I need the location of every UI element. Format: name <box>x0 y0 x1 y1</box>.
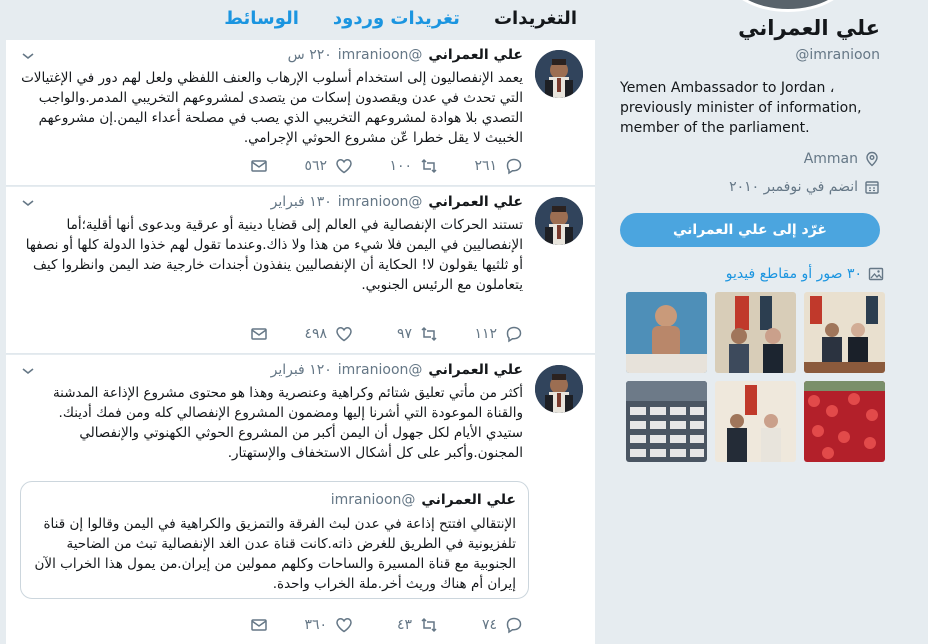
tweet-header: علي العمراني @imranioon ١٣٠ فبراير <box>271 194 523 210</box>
image-icon <box>868 267 884 281</box>
quoted-tweet-header: علي العمراني @imranioon <box>331 492 516 508</box>
profile-handle[interactable]: @imranioon <box>795 47 880 63</box>
tweet-header: علي العمراني @imranioon ١٢٠ فبراير <box>271 362 523 378</box>
retweet-button[interactable]: ٤٣ <box>353 616 438 634</box>
profile-joined: انضم في نوفمبر ٢٠١٠ <box>729 179 880 195</box>
reply-count: ٢٦١ <box>474 158 497 174</box>
tweet-actions: ٢٦١ ١٠٠ ٥٦٢ <box>23 157 523 175</box>
tweet-author-name[interactable]: علي العمراني <box>428 47 523 63</box>
media-thumbnail[interactable] <box>715 381 796 462</box>
tweet[interactable]: علي العمراني @imranioon ٢٢٠ س يعمد الإنف… <box>6 40 595 186</box>
tab-media[interactable]: الوسائط <box>224 8 299 29</box>
tweet-author-name[interactable]: علي العمراني <box>428 194 523 210</box>
tweet-timestamp[interactable]: ٢٢٠ س <box>288 47 332 63</box>
retweet-count: ٤٣ <box>396 617 412 633</box>
reply-icon <box>506 617 522 634</box>
tweet-author-handle[interactable]: @imranioon <box>338 362 423 378</box>
quoted-tweet-text: الإنتقالي افتتح إذاعة في عدن لبث الفرقة … <box>34 516 516 592</box>
envelope-icon <box>251 328 267 340</box>
retweet-count: ٩٧ <box>396 326 412 342</box>
like-button[interactable]: ٥٦٢ <box>268 157 353 175</box>
profile-location: Amman <box>804 151 880 167</box>
direct-message-button[interactable] <box>228 325 268 343</box>
tweet-text: أكثر من مأتي تعليق شتائم وكراهية وعنصرية… <box>52 385 523 461</box>
location-text: Amman <box>803 151 858 167</box>
direct-message-button[interactable] <box>228 616 268 634</box>
tweet-author-handle[interactable]: @imranioon <box>338 47 423 63</box>
reply-icon <box>506 158 522 175</box>
like-button[interactable]: ٤٩٨ <box>268 325 353 343</box>
profile-name[interactable]: علي العمراني <box>738 16 880 40</box>
heart-icon <box>336 327 352 342</box>
tweet-timestamp[interactable]: ١٣٠ فبراير <box>271 194 332 210</box>
chevron-down-icon[interactable] <box>20 363 36 379</box>
tweet-to-button[interactable]: غرّد إلى علي العمراني <box>620 213 880 247</box>
tab-tweets[interactable]: التغريدات <box>494 8 577 29</box>
media-count-label: ٣٠ صور أو مقاطع فيديو <box>725 266 862 282</box>
retweet-button[interactable]: ١٠٠ <box>353 157 438 175</box>
reply-count: ١١٢ <box>474 326 497 342</box>
chevron-down-icon[interactable] <box>20 195 36 211</box>
location-pin-icon <box>866 151 878 167</box>
calendar-icon <box>865 181 879 194</box>
tweet-actions: ٧٤ ٤٣ ٣٦٠ <box>23 616 523 634</box>
timeline: التغريدات تغريدات وردود الوسائط علي العم… <box>0 0 596 644</box>
tweet-author-name[interactable]: علي العمراني <box>428 362 523 378</box>
retweet-icon <box>421 158 437 174</box>
tweet-actions: ١١٢ ٩٧ ٤٩٨ <box>23 325 523 343</box>
photos-videos-link[interactable]: ٣٠ صور أو مقاطع فيديو <box>726 266 884 282</box>
like-count: ٣٦٠ <box>304 617 327 633</box>
envelope-icon <box>251 160 267 172</box>
quoted-author-name: علي العمراني <box>421 492 516 508</box>
media-thumbnail[interactable] <box>804 381 885 462</box>
tweet-header: علي العمراني @imranioon ٢٢٠ س <box>288 47 523 63</box>
heart-icon <box>336 618 352 633</box>
media-thumbnail[interactable] <box>626 292 707 373</box>
like-button[interactable]: ٣٦٠ <box>268 616 353 634</box>
quoted-author-handle: @imranioon <box>330 492 416 508</box>
media-thumbnail[interactable] <box>804 292 885 373</box>
envelope-icon <box>251 619 267 631</box>
tweet-author-handle[interactable]: @imranioon <box>338 194 423 210</box>
reply-icon <box>506 326 522 343</box>
chevron-down-icon[interactable] <box>20 48 36 64</box>
quoted-tweet[interactable]: علي العمراني @imranioon الإنتقالي افتتح … <box>20 481 529 599</box>
direct-message-button[interactable] <box>228 157 268 175</box>
tweet-timestamp[interactable]: ١٢٠ فبراير <box>271 362 332 378</box>
heart-icon <box>336 159 352 174</box>
tweet-text: يعمد الإنفصاليون إلى استخدام أسلوب الإره… <box>21 70 523 146</box>
reply-button[interactable]: ٢٦١ <box>438 157 523 175</box>
profile-tabs: التغريدات تغريدات وردود الوسائط <box>6 0 595 37</box>
media-thumbnail[interactable] <box>715 292 796 373</box>
reply-button[interactable]: ٧٤ <box>438 616 523 634</box>
reply-button[interactable]: ١١٢ <box>438 325 523 343</box>
joined-date-text: انضم في نوفمبر ٢٠١٠ <box>729 179 858 195</box>
retweet-button[interactable]: ٩٧ <box>353 325 438 343</box>
retweet-icon <box>421 617 437 633</box>
tweet[interactable]: علي العمراني @imranioon ١٢٠ فبراير أكثر … <box>6 355 595 644</box>
media-thumbnail[interactable] <box>626 381 707 462</box>
retweet-icon <box>421 326 437 342</box>
tweet-avatar[interactable] <box>535 365 583 413</box>
like-count: ٥٦٢ <box>304 158 327 174</box>
retweet-count: ١٠٠ <box>389 158 412 174</box>
tab-tweets-and-replies[interactable]: تغريدات وردود <box>333 8 460 29</box>
tweet[interactable]: علي العمراني @imranioon ١٣٠ فبراير تستند… <box>6 187 595 354</box>
reply-count: ٧٤ <box>481 617 497 633</box>
tweet-text: تستند الحركات الإنفصالية في العالم إلى ق… <box>25 217 523 293</box>
tweet-avatar[interactable] <box>535 50 583 98</box>
like-count: ٤٩٨ <box>304 326 327 342</box>
tweet-avatar[interactable] <box>535 197 583 245</box>
profile-bio: Yemen Ambassador to Jordan ، previously … <box>620 80 862 136</box>
